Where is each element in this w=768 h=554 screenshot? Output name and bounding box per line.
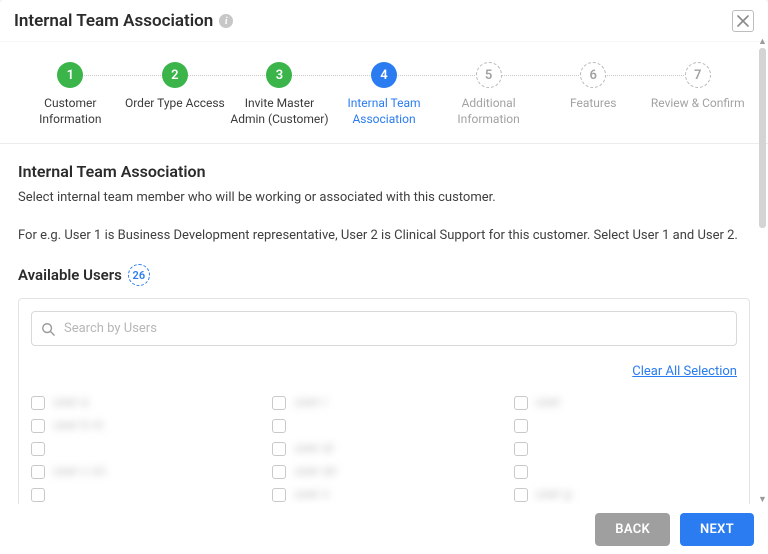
scroll-thumb[interactable] xyxy=(759,48,766,228)
available-users-count: 26 xyxy=(128,264,150,286)
user-grid: user a user r user user b nt user al use… xyxy=(31,395,737,502)
user-checkbox[interactable] xyxy=(514,488,528,502)
search-input[interactable] xyxy=(31,311,737,346)
section-description: Select internal team member who will be … xyxy=(18,189,750,207)
section: Internal Team Association Select interna… xyxy=(14,144,754,509)
user-checkbox[interactable] xyxy=(514,465,528,479)
step-review-confirm[interactable]: 7 Review & Confirm xyxy=(645,62,750,112)
user-item[interactable] xyxy=(514,464,737,479)
user-checkbox[interactable] xyxy=(272,465,286,479)
step-circle: 7 xyxy=(685,62,711,88)
step-invite-master-admin[interactable]: 3 Invite Master Admin (Customer) xyxy=(227,62,332,127)
info-icon[interactable]: i xyxy=(219,14,233,28)
user-checkbox[interactable] xyxy=(31,442,45,456)
clear-row: Clear All Selection xyxy=(31,360,737,379)
user-checkbox[interactable] xyxy=(31,396,45,410)
scrollbar[interactable]: ▲ ▼ xyxy=(759,36,766,504)
user-item[interactable] xyxy=(31,441,254,456)
user-item[interactable]: user air xyxy=(272,464,495,479)
step-circle: 2 xyxy=(162,62,188,88)
modal-footer: BACK NEXT xyxy=(0,504,768,554)
back-button[interactable]: BACK xyxy=(595,513,670,546)
user-checkbox[interactable] xyxy=(272,396,286,410)
user-item[interactable] xyxy=(31,487,254,502)
step-circle: 5 xyxy=(476,62,502,88)
user-name: user al xyxy=(294,441,333,456)
step-circle: 4 xyxy=(371,62,397,88)
content-area: Internal Team Association Select interna… xyxy=(0,144,768,509)
users-panel: Clear All Selection user a user r user u… xyxy=(18,298,750,509)
scroll-up-icon[interactable]: ▲ xyxy=(759,36,766,46)
user-name: user air xyxy=(294,464,337,479)
clear-all-selection-link[interactable]: Clear All Selection xyxy=(632,364,737,379)
step-label: Customer Information xyxy=(18,96,123,127)
user-item[interactable]: user al xyxy=(272,441,495,456)
user-item[interactable]: user x xyxy=(272,487,495,502)
close-button[interactable] xyxy=(732,10,754,32)
user-checkbox[interactable] xyxy=(272,442,286,456)
user-item[interactable]: user a xyxy=(31,395,254,410)
section-title: Internal Team Association xyxy=(18,162,750,181)
close-icon xyxy=(737,15,749,27)
user-name: user c on xyxy=(53,464,106,479)
search-wrapper xyxy=(31,311,737,346)
step-label: Review & Confirm xyxy=(645,96,750,112)
user-checkbox[interactable] xyxy=(514,442,528,456)
user-checkbox[interactable] xyxy=(31,488,45,502)
step-order-type-access[interactable]: 2 Order Type Access xyxy=(123,62,228,112)
modal-dialog: Internal Team Association i 1 Customer I… xyxy=(0,0,768,554)
user-item[interactable] xyxy=(514,418,737,433)
step-label: Invite Master Admin (Customer) xyxy=(227,96,332,127)
step-label: Features xyxy=(541,96,646,112)
step-label: Internal Team Association xyxy=(332,96,437,127)
user-item[interactable]: user g xyxy=(514,487,737,502)
user-item[interactable]: user b nt xyxy=(31,418,254,433)
user-name: user r xyxy=(294,395,327,410)
step-circle: 6 xyxy=(580,62,606,88)
user-item[interactable] xyxy=(514,441,737,456)
user-item[interactable]: user r xyxy=(272,395,495,410)
user-name: user xyxy=(536,395,561,410)
modal-title-row: Internal Team Association i xyxy=(14,11,233,31)
user-name: user b nt xyxy=(53,418,103,433)
user-name: user g xyxy=(536,487,572,502)
user-checkbox[interactable] xyxy=(31,465,45,479)
step-internal-team-association[interactable]: 4 Internal Team Association xyxy=(332,62,437,127)
user-checkbox[interactable] xyxy=(31,419,45,433)
user-checkbox[interactable] xyxy=(514,396,528,410)
user-checkbox[interactable] xyxy=(272,419,286,433)
user-item[interactable]: user xyxy=(514,395,737,410)
step-label: Order Type Access xyxy=(123,96,228,112)
scroll-down-icon[interactable]: ▼ xyxy=(759,494,766,504)
user-checkbox[interactable] xyxy=(272,488,286,502)
modal-header: Internal Team Association i xyxy=(0,0,768,41)
step-label: Additional Information xyxy=(436,96,541,127)
user-name: user x xyxy=(294,487,329,502)
user-item[interactable]: user c on xyxy=(31,464,254,479)
search-icon xyxy=(41,322,55,336)
scroll-area[interactable]: 1 Customer Information 2 Order Type Acce… xyxy=(0,41,768,509)
user-name: user a xyxy=(53,395,88,410)
step-additional-information[interactable]: 5 Additional Information xyxy=(436,62,541,127)
stepper: 1 Customer Information 2 Order Type Acce… xyxy=(0,42,768,144)
step-features[interactable]: 6 Features xyxy=(541,62,646,112)
section-example: For e.g. User 1 is Business Development … xyxy=(18,227,750,245)
modal-title: Internal Team Association xyxy=(14,11,213,31)
user-item[interactable] xyxy=(272,418,495,433)
step-customer-information[interactable]: 1 Customer Information xyxy=(18,62,123,127)
next-button[interactable]: NEXT xyxy=(680,513,754,546)
available-users-header: Available Users 26 xyxy=(18,264,750,286)
available-users-label: Available Users xyxy=(18,266,122,284)
step-circle: 1 xyxy=(57,62,83,88)
step-circle: 3 xyxy=(266,62,292,88)
user-checkbox[interactable] xyxy=(514,419,528,433)
